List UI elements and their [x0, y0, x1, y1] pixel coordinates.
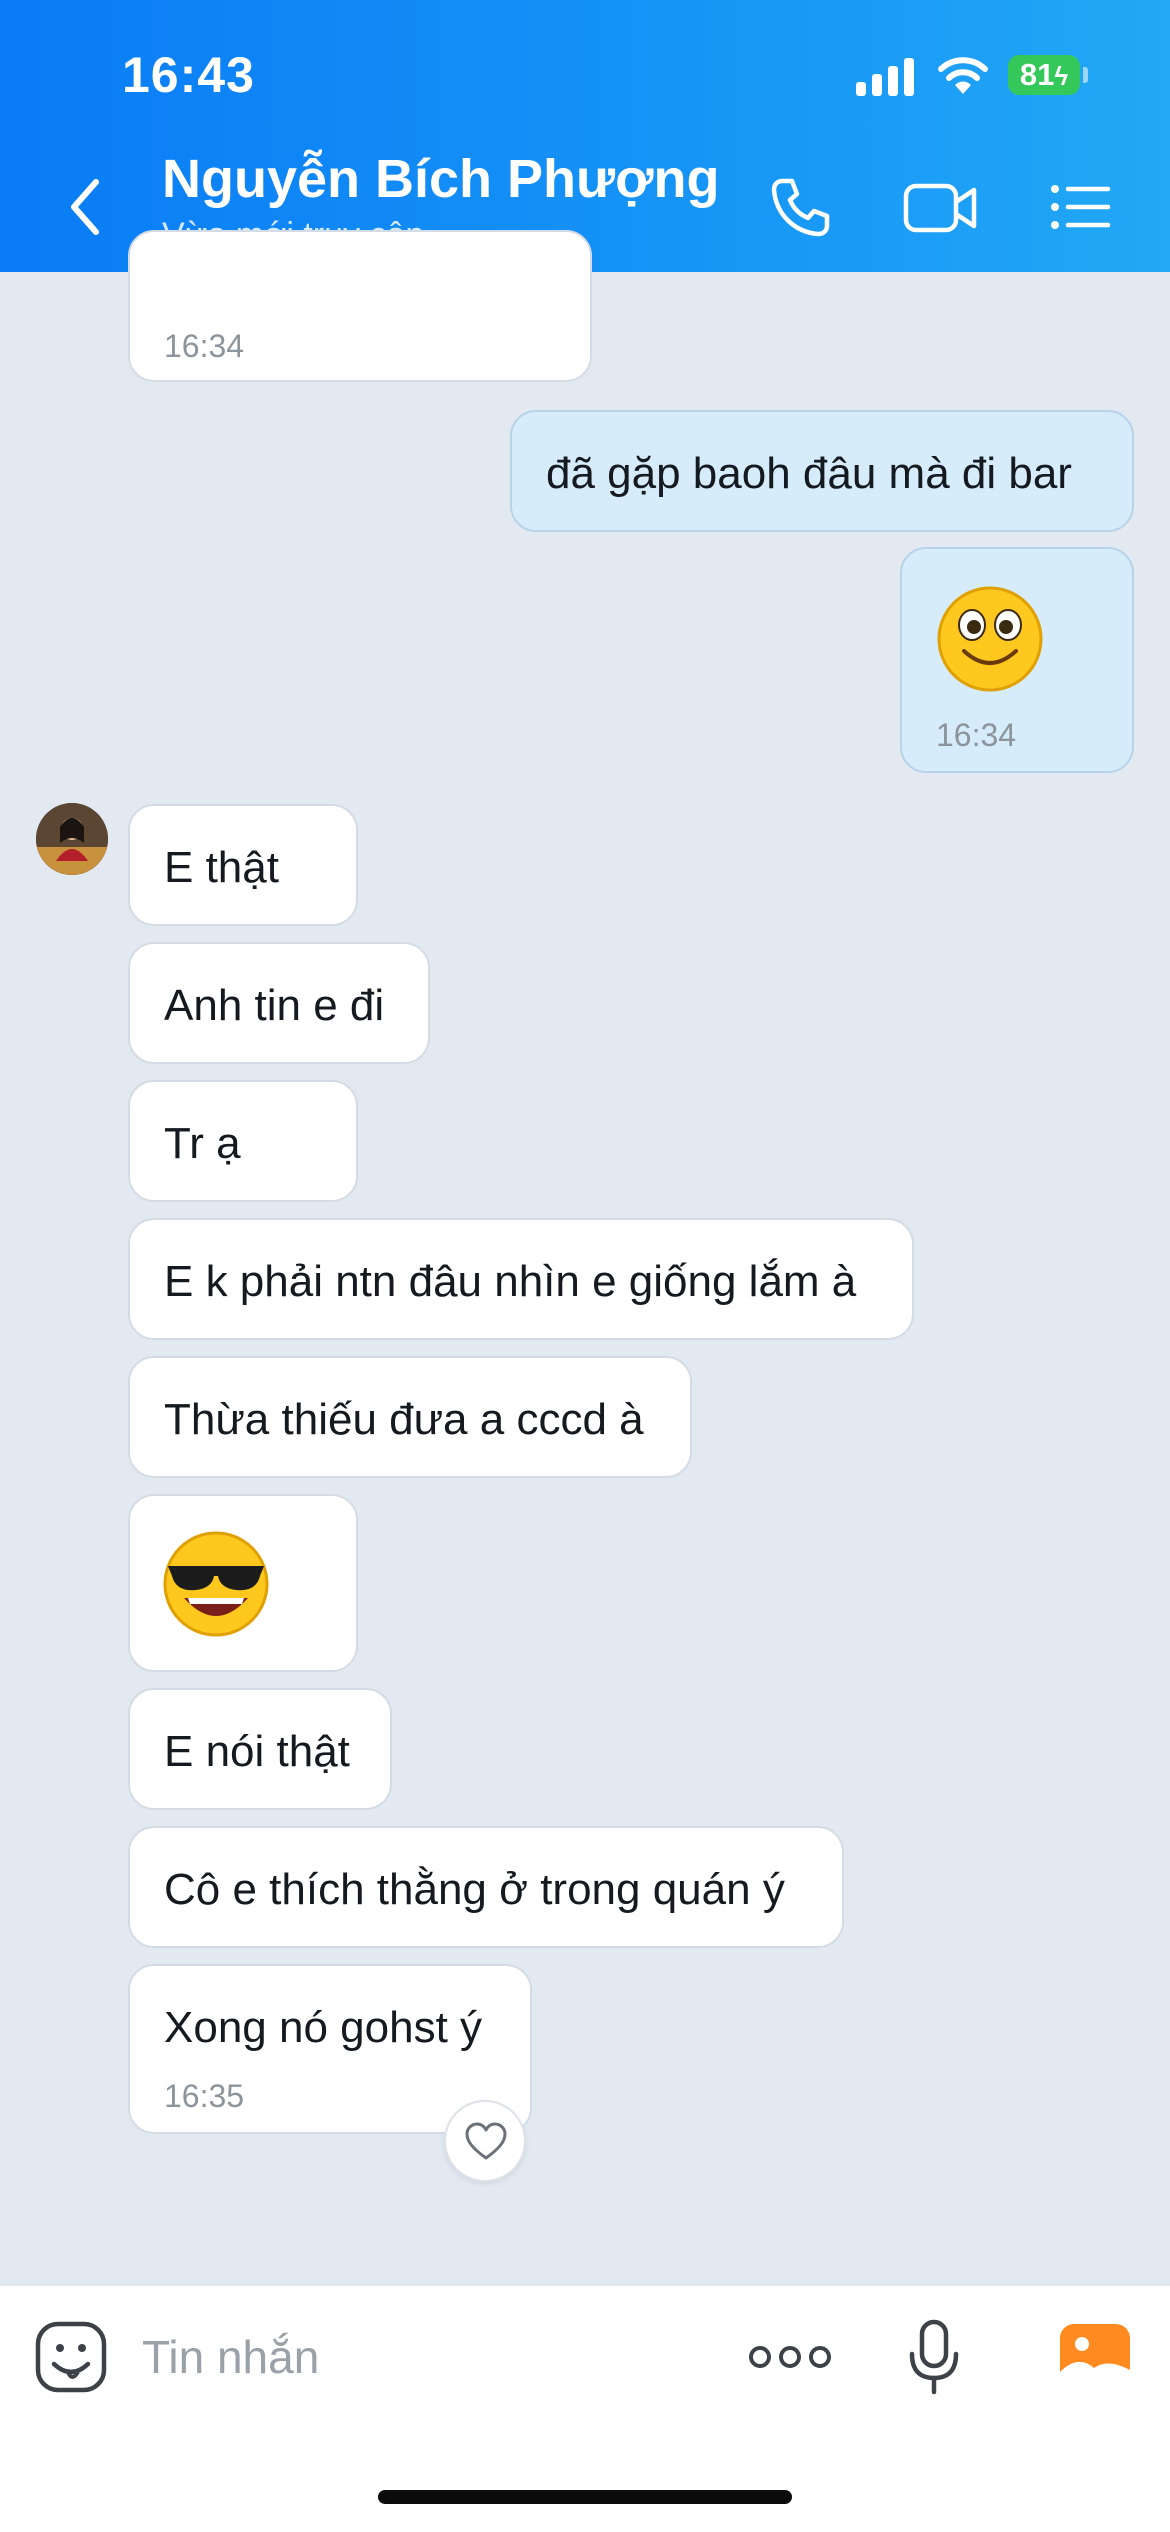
message-bubble-incoming[interactable]: E thật — [128, 804, 358, 926]
phone-icon[interactable] — [768, 175, 832, 239]
gallery-icon[interactable] — [1058, 2322, 1132, 2390]
microphone-icon[interactable] — [904, 2318, 964, 2398]
message-bubble-incoming-emoji[interactable] — [128, 1494, 358, 1672]
contact-name[interactable]: Nguyễn Bích Phượng — [162, 148, 720, 210]
video-call-icon[interactable] — [902, 175, 980, 239]
message-time: 16:35 — [164, 2078, 245, 2114]
message-text: đã gặp baoh đâu mà đi bar — [546, 449, 1072, 498]
message-bubble-incoming[interactable]: Tr ạ — [128, 1080, 358, 1202]
home-indicator — [378, 2490, 792, 2504]
message-bubble-incoming[interactable]: Anh tin e đi — [128, 942, 430, 1064]
smiling-emoji-icon — [937, 586, 1043, 692]
message-text: Thừa thiếu đưa a cccd à — [164, 1395, 644, 1444]
message-text: E k phải ntn đâu nhìn e giống lắm à — [164, 1257, 857, 1306]
message-text: Cô e thích thằng ở trong quán ý — [164, 1865, 785, 1914]
sunglasses-emoji-icon — [163, 1531, 269, 1637]
message-time: 16:34 — [164, 328, 245, 364]
message-bubble-incoming[interactable]: 16:34 — [128, 230, 592, 382]
battery-cap — [1083, 67, 1088, 83]
message-text: E nói thật — [164, 1727, 350, 1776]
message-bubble-outgoing[interactable]: đã gặp baoh đâu mà đi bar — [510, 410, 1134, 532]
message-bubble-incoming[interactable]: E k phải ntn đâu nhìn e giống lắm à — [128, 1218, 914, 1340]
heart-icon — [465, 2122, 507, 2160]
avatar[interactable] — [36, 803, 108, 875]
react-heart-button[interactable] — [444, 2100, 526, 2182]
sticker-icon[interactable] — [34, 2320, 108, 2394]
status-time: 16:43 — [122, 47, 255, 103]
charging-bolt-icon: ϟ — [1054, 61, 1069, 91]
message-text: Anh tin e đi — [164, 981, 385, 1030]
battery-level: 81 — [1019, 57, 1055, 92]
message-bubble-outgoing-emoji[interactable]: 16:34 — [900, 547, 1134, 773]
message-bubble-incoming[interactable]: Thừa thiếu đưa a cccd à — [128, 1356, 692, 1478]
message-text: E thật — [164, 843, 279, 892]
message-input[interactable]: Tin nhắn — [142, 2330, 319, 2384]
message-bubble-incoming[interactable]: E nói thật — [128, 1688, 392, 1810]
more-dots-icon[interactable] — [748, 2340, 832, 2374]
menu-list-icon[interactable] — [1048, 175, 1112, 239]
message-text: Xong nó gohst ý — [164, 2003, 483, 2052]
message-text: Tr ạ — [164, 1119, 241, 1168]
cellular-signal-icon — [856, 58, 916, 96]
back-chevron-icon[interactable] — [60, 172, 110, 242]
message-time: 16:34 — [936, 717, 1017, 753]
wifi-icon — [938, 57, 988, 94]
battery-indicator: 81ϟ — [1008, 55, 1080, 95]
message-bubble-incoming[interactable]: Cô e thích thằng ở trong quán ý — [128, 1826, 844, 1948]
